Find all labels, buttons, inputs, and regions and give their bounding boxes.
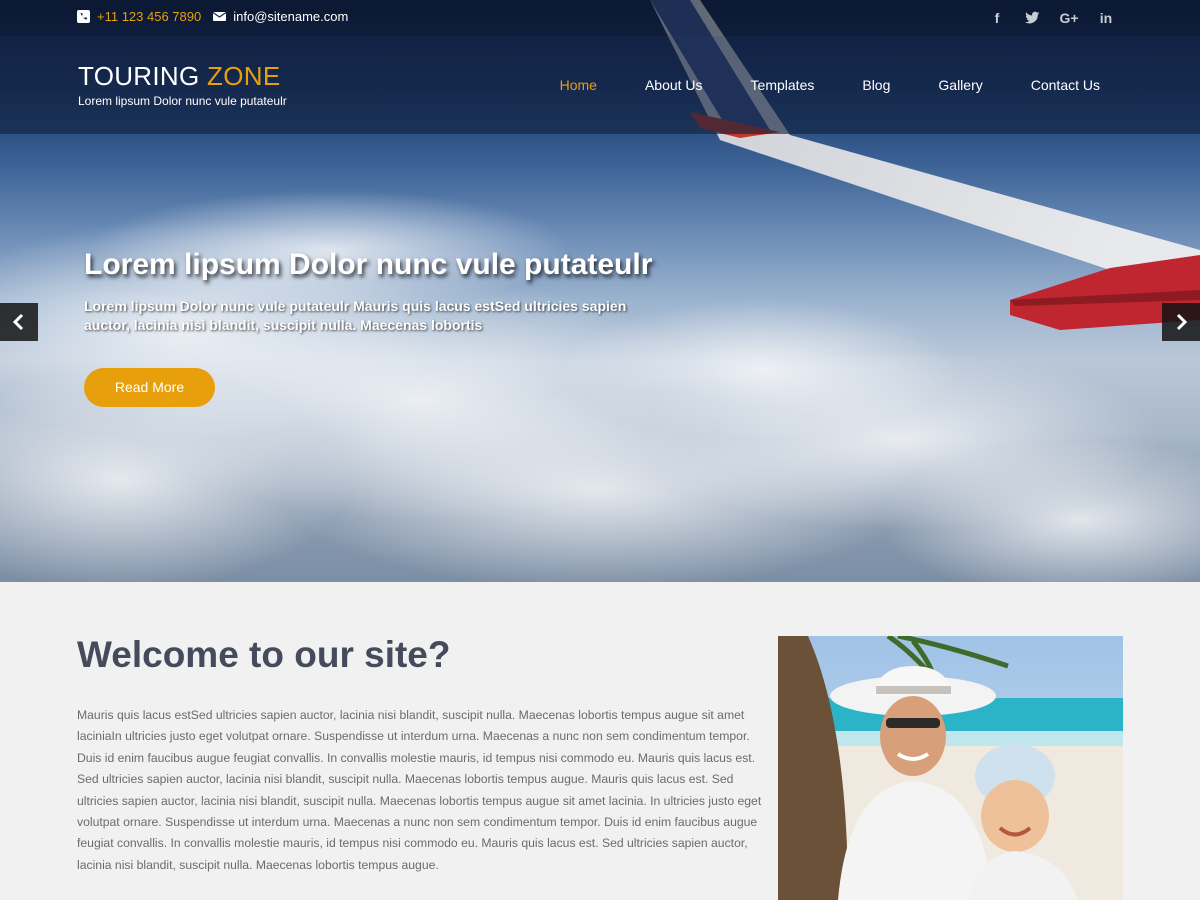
welcome-paragraph: Mauris quis lacus estSed ultricies sapie… <box>77 708 762 872</box>
social-links: f G+ in <box>970 9 1114 27</box>
email-link[interactable]: info@sitename.com <box>233 9 348 24</box>
slider-next-button[interactable] <box>1162 303 1200 341</box>
google-plus-icon[interactable]: G+ <box>1059 9 1079 27</box>
envelope-icon <box>213 12 227 21</box>
nav-item-templates[interactable]: Templates <box>751 77 815 93</box>
nav-item-about-us[interactable]: About Us <box>645 77 703 93</box>
welcome-photo <box>778 636 1123 900</box>
read-more-button[interactable]: Read More <box>84 368 215 407</box>
nav-item-home[interactable]: Home <box>560 77 597 93</box>
logo-text-accent: ZONE <box>207 61 281 91</box>
site-header: TOURING ZONE Lorem lipsum Dolor nunc vul… <box>0 36 1200 134</box>
phone-icon <box>77 10 90 23</box>
nav-item-blog[interactable]: Blog <box>862 77 890 93</box>
logo-text-primary: TOURING <box>78 61 208 91</box>
nav-item-gallery[interactable]: Gallery <box>938 77 982 93</box>
contact-info: +11 123 456 7890 info@sitename.com <box>77 9 348 24</box>
site-tagline: Lorem lipsum Dolor nunc vule putateulr <box>78 94 287 108</box>
nav-item-contact-us[interactable]: Contact Us <box>1031 77 1100 93</box>
facebook-icon[interactable]: f <box>989 9 1005 27</box>
chevron-left-icon <box>12 313 24 331</box>
slide-description: Lorem lipsum Dolor nunc vule putateulr M… <box>84 298 627 333</box>
top-bar: +11 123 456 7890 info@sitename.com f G+ … <box>0 0 1200 36</box>
hero-slider: +11 123 456 7890 info@sitename.com f G+ … <box>0 0 1200 582</box>
twitter-icon[interactable] <box>1024 9 1040 27</box>
welcome-heading: Welcome to our site? <box>77 634 451 675</box>
linkedin-icon[interactable]: in <box>1098 9 1114 27</box>
slider-prev-button[interactable] <box>0 303 38 341</box>
phone-link[interactable]: +11 123 456 7890 <box>97 9 201 24</box>
main-nav: Home About Us Templates Blog Gallery Con… <box>512 77 1100 93</box>
chevron-right-icon <box>1176 313 1188 331</box>
site-logo[interactable]: TOURING ZONE <box>78 61 280 92</box>
slide-title: Lorem lipsum Dolor nunc vule putateulr <box>84 248 653 281</box>
